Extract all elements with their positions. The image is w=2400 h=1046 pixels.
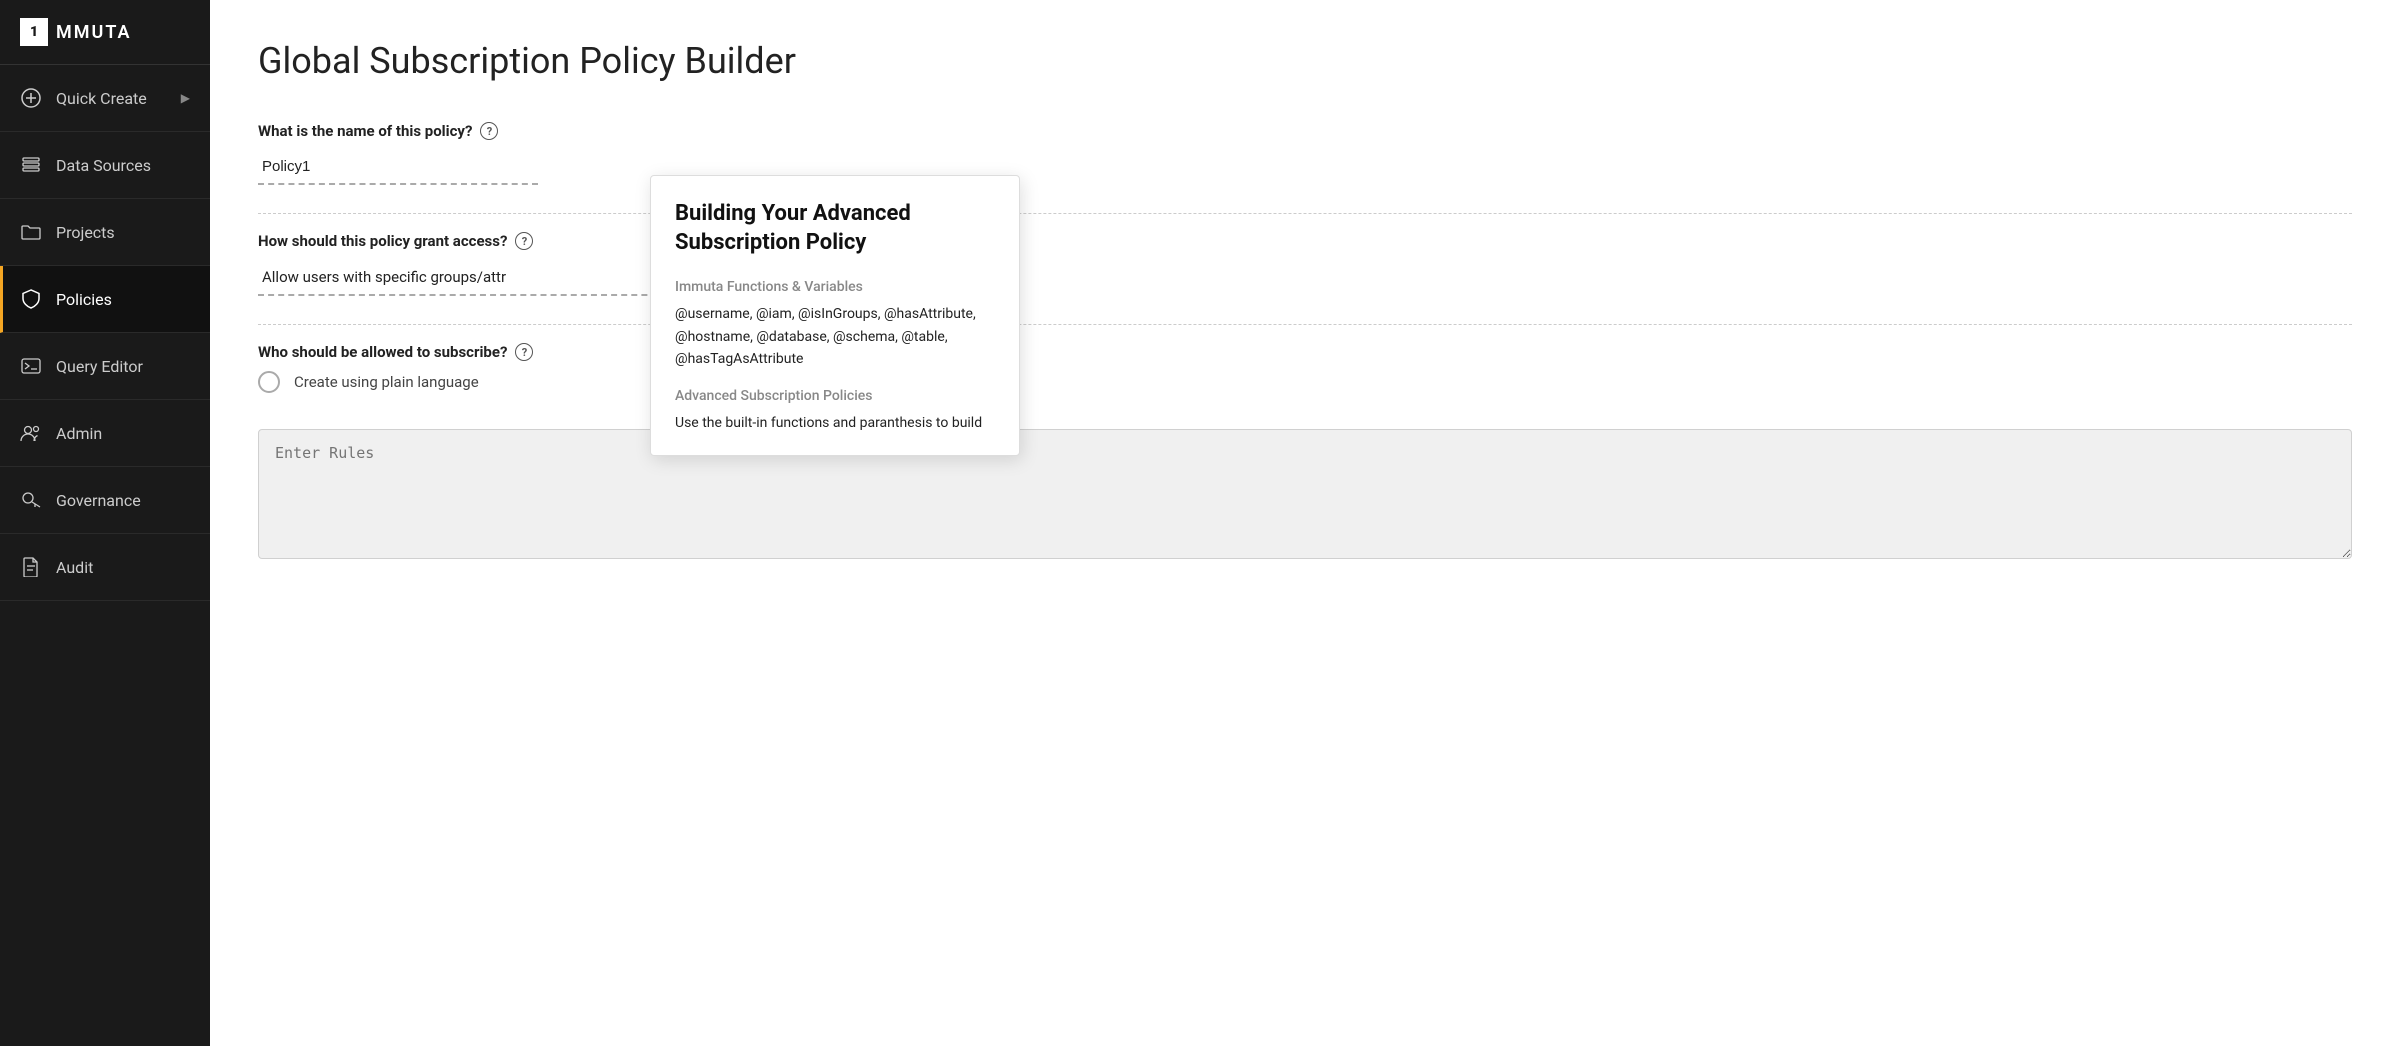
sidebar-item-admin[interactable]: Admin bbox=[0, 400, 210, 467]
sidebar-item-governance[interactable]: Governance bbox=[0, 467, 210, 534]
sidebar-item-quick-create[interactable]: Quick Create ▶ bbox=[0, 65, 210, 132]
layers-icon bbox=[20, 154, 42, 176]
divider-1 bbox=[258, 213, 2352, 214]
radio-plain-label: Create using plain language bbox=[294, 373, 479, 391]
access-value: Allow users with specific groups/attr bbox=[258, 260, 718, 296]
sidebar-item-label: Admin bbox=[56, 424, 190, 443]
sidebar-item-query-editor[interactable]: Query Editor bbox=[0, 333, 210, 400]
folder-icon bbox=[20, 221, 42, 243]
policy-name-label: What is the name of this policy? ? bbox=[258, 122, 2352, 140]
radio-row: Create using plain language bbox=[258, 371, 2352, 393]
sidebar-item-label: Query Editor bbox=[56, 357, 190, 376]
tooltip-section2-label: Advanced Subscription Policies bbox=[675, 388, 995, 404]
sidebar-nav: Quick Create ▶ Data Sources Projects bbox=[0, 65, 210, 1046]
access-label: How should this policy grant access? ? bbox=[258, 232, 2352, 250]
name-help-icon[interactable]: ? bbox=[480, 122, 498, 140]
subscribe-section: Who should be allowed to subscribe? ? Cr… bbox=[258, 343, 2352, 393]
key-icon bbox=[20, 489, 42, 511]
shield-icon bbox=[20, 288, 42, 310]
radio-plain-language[interactable] bbox=[258, 371, 280, 393]
sidebar-item-label: Data Sources bbox=[56, 156, 190, 175]
tooltip-scroll-area[interactable]: Building Your Advanced Subscription Poli… bbox=[651, 176, 1019, 455]
tooltip-title: Building Your Advanced Subscription Poli… bbox=[675, 200, 995, 257]
main-content: Global Subscription Policy Builder What … bbox=[210, 0, 2400, 1046]
logo-text: MMUTA bbox=[56, 22, 132, 43]
sidebar: 1 MMUTA Quick Create ▶ bbox=[0, 0, 210, 1046]
subscribe-label: Who should be allowed to subscribe? ? bbox=[258, 343, 2352, 361]
sidebar-item-projects[interactable]: Projects bbox=[0, 199, 210, 266]
sidebar-item-label: Audit bbox=[56, 558, 190, 577]
page-title: Global Subscription Policy Builder bbox=[258, 40, 2352, 82]
tooltip-section2-text: Use the built-in functions and paranthes… bbox=[675, 412, 995, 434]
sidebar-item-label: Policies bbox=[56, 290, 190, 309]
chevron-right-icon: ▶ bbox=[181, 91, 190, 105]
sidebar-item-data-sources[interactable]: Data Sources bbox=[0, 132, 210, 199]
logo: 1 MMUTA bbox=[0, 0, 210, 65]
plus-circle-icon bbox=[20, 87, 42, 109]
terminal-icon bbox=[20, 355, 42, 377]
sidebar-item-policies[interactable]: Policies bbox=[0, 266, 210, 333]
sidebar-item-label: Projects bbox=[56, 223, 190, 242]
sidebar-item-label: Quick Create bbox=[56, 89, 167, 108]
people-icon bbox=[20, 422, 42, 444]
tooltip-section1-text: @username, @iam, @isInGroups, @hasAttrib… bbox=[675, 303, 995, 370]
policy-access-section: How should this policy grant access? ? A… bbox=[258, 232, 2352, 296]
sidebar-item-label: Governance bbox=[56, 491, 190, 510]
access-help-icon[interactable]: ? bbox=[515, 232, 533, 250]
file-icon bbox=[20, 556, 42, 578]
rules-textarea[interactable] bbox=[258, 429, 2352, 559]
policy-name-input[interactable] bbox=[258, 150, 538, 185]
tooltip-section1-label: Immuta Functions & Variables bbox=[675, 279, 995, 295]
logo-box: 1 bbox=[20, 18, 48, 46]
policy-name-section: What is the name of this policy? ? bbox=[258, 122, 2352, 185]
sidebar-item-audit[interactable]: Audit bbox=[0, 534, 210, 601]
tooltip-popover: Building Your Advanced Subscription Poli… bbox=[650, 175, 1020, 456]
subscribe-help-icon[interactable]: ? bbox=[515, 343, 533, 361]
divider-2 bbox=[258, 324, 2352, 325]
